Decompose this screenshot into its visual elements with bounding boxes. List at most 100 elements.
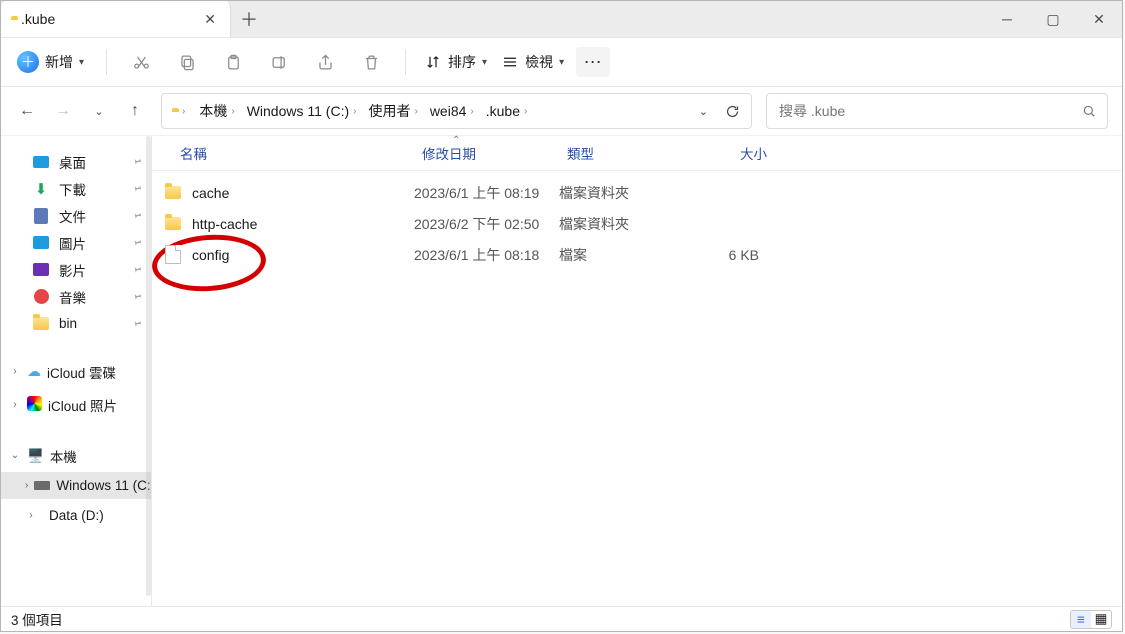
trash-icon [362,53,381,72]
folder-icon [164,184,182,202]
details-view-button[interactable]: ≡ [1071,611,1091,628]
sidebar-item[interactable]: 影片 [1,256,151,283]
icons-view-button[interactable]: ▦ [1091,611,1111,628]
file-name: http-cache [192,216,257,232]
pin-icon [129,315,146,332]
separator [405,49,406,75]
chevron-right-icon: › [25,510,37,522]
maximize-button[interactable]: ▢ [1030,1,1076,37]
sort-label: 排序 [448,52,476,72]
more-button[interactable]: ⋯ [576,47,610,77]
file-row[interactable]: cache 2023/6/1 上午 08:19檔案資料夾 [152,177,1122,208]
sidebar-item[interactable]: 桌面 [1,148,151,175]
explorer-window: .kube ✕ ＋ ─ ▢ ✕ ＋ 新增 ▾ 排序 ▾ 檢視 [0,0,1123,632]
pc-icon: 🖥️ [27,448,44,464]
scrollbar[interactable] [146,136,151,596]
tab-title: .kube [21,11,55,27]
sidebar-item[interactable]: ⬇ 下載 [1,175,151,202]
sidebar-item[interactable]: 音樂 [1,283,151,310]
share-button[interactable] [307,44,343,80]
icloud-icon: ☁ [27,363,41,380]
new-tab-button[interactable]: ＋ [231,1,267,37]
recent-locations-button[interactable]: ⌄ [87,99,111,123]
address-bar[interactable]: › 本機›Windows 11 (C:)›使用者›wei84›.kube› ⌄ [161,93,752,129]
chevron-right-icon: › [9,399,21,411]
rename-button[interactable] [261,44,297,80]
chevron-down-icon: ▾ [482,57,487,68]
pin-icon [129,261,146,278]
sidebar-item-thispc[interactable]: ⌄ 🖥️ 本機 [1,439,151,472]
delete-button[interactable] [353,44,389,80]
sidebar-item[interactable]: bin [1,310,151,337]
cut-icon [132,53,151,72]
file-date: 2023/6/1 上午 08:19 [414,183,559,203]
column-type[interactable]: 類型 [567,143,687,163]
plus-icon: ＋ [17,51,39,73]
new-button[interactable]: ＋ 新增 ▾ [15,47,90,77]
sidebar-item-label: 音樂 [59,287,86,307]
cut-button[interactable] [123,44,159,80]
sidebar-item[interactable]: ›☁iCloud 雲碟 [1,355,151,388]
breadcrumb-item[interactable]: 本機› [195,99,240,123]
search-input[interactable] [777,102,1081,120]
sidebar-drive[interactable]: › Data (D:) [1,499,151,532]
sidebar-item-label: iCloud 雲碟 [47,362,116,382]
sort-indicator-icon: ⌃ [452,135,460,146]
view-icon [501,53,519,71]
disk-icon [34,478,50,494]
sidebar-item[interactable]: ›iCloud 照片 [1,388,151,421]
sidebar-item-label: 下載 [59,179,86,199]
back-button[interactable]: ← [15,99,39,123]
sidebar-item-label: bin [59,316,77,331]
separator [106,49,107,75]
video-icon [33,262,49,278]
view-button[interactable]: 檢視 ▾ [499,52,566,72]
column-name[interactable]: 名稱 [172,143,422,163]
chevron-right-icon: › [182,106,185,117]
history-dropdown-icon[interactable]: ⌄ [699,105,708,118]
search-box[interactable] [766,93,1108,129]
file-type: 檔案 [559,245,679,265]
column-headers: ⌃ 名稱 修改日期 類型 大小 [152,136,1122,171]
minimize-button[interactable]: ─ [984,1,1030,37]
status-bar: 3 個項目 ≡ ▦ [1,606,1122,631]
breadcrumb-item[interactable]: 使用者› [364,99,423,123]
paste-button[interactable] [215,44,251,80]
chevron-right-icon: › [25,480,28,492]
item-count: 3 個項目 [11,609,63,629]
refresh-button[interactable] [724,103,741,120]
breadcrumb-item[interactable]: .kube› [482,101,534,121]
file-name: cache [192,185,229,201]
music-icon [33,289,49,305]
column-size[interactable]: 大小 [687,143,767,163]
forward-button[interactable]: → [51,99,75,123]
file-row[interactable]: config2023/6/1 上午 08:18檔案6 KB [152,239,1122,270]
close-button[interactable]: ✕ [1076,1,1122,37]
sidebar-item-label: Data (D:) [49,508,104,523]
window-controls: ─ ▢ ✕ [984,1,1122,37]
window-tab[interactable]: .kube ✕ [1,1,231,37]
close-tab-icon[interactable]: ✕ [200,7,220,32]
file-type: 檔案資料夾 [559,183,679,203]
column-date[interactable]: 修改日期 [422,143,567,163]
view-label: 檢視 [525,52,553,72]
sidebar-item-label: 桌面 [59,152,86,172]
sidebar-drive[interactable]: ›Windows 11 (C:) [1,472,151,499]
pin-icon [129,288,146,305]
copy-button[interactable] [169,44,205,80]
file-row[interactable]: http-cache2023/6/2 下午 02:50檔案資料夾 [152,208,1122,239]
download-icon: ⬇ [33,181,49,197]
sort-button[interactable]: 排序 ▾ [422,52,489,72]
sidebar-item[interactable]: 圖片 [1,229,151,256]
breadcrumb-item[interactable]: wei84› [426,101,480,121]
navigation-pane: 桌面 ⬇ 下載文件圖片影片音樂 bin › ☁ iCloud 雲碟 ›iCloud 照片 ⌄… [1,136,152,606]
breadcrumb-item[interactable]: Windows 11 (C:)› [243,101,363,121]
share-icon [316,53,335,72]
up-button[interactable]: ↑ [123,99,147,123]
file-date: 2023/6/2 下午 02:50 [414,214,559,234]
search-icon [1081,103,1097,119]
sidebar-item[interactable]: 文件 [1,202,151,229]
folder-icon [33,316,49,332]
breadcrumbs: 本機›Windows 11 (C:)›使用者›wei84›.kube› [195,99,688,123]
navigation-row: ← → ⌄ ↑ › 本機›Windows 11 (C:)›使用者›wei84›.… [1,87,1122,135]
